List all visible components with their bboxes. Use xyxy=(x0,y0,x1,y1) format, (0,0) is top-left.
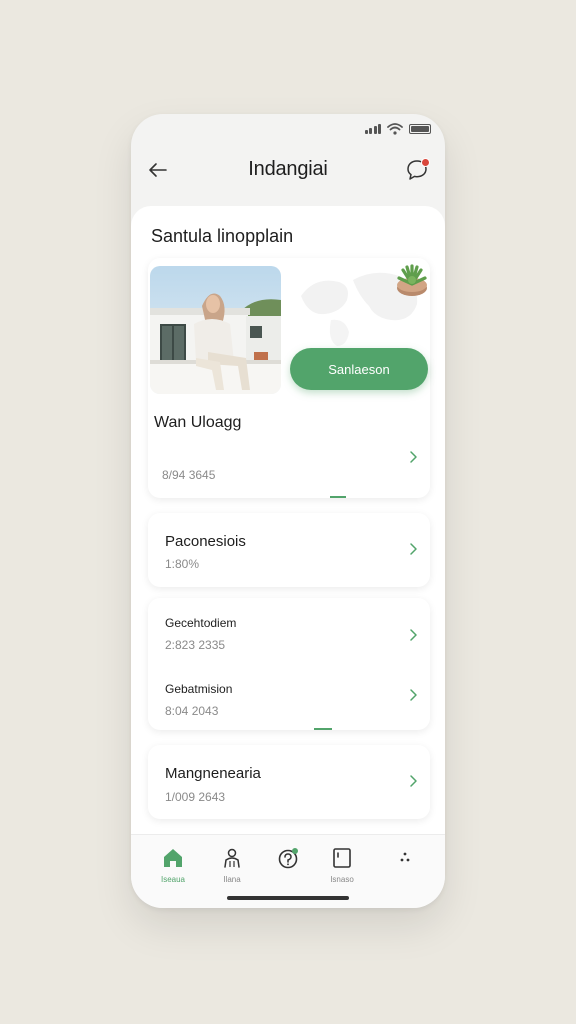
nav-item-home[interactable]: Iseaua xyxy=(151,847,195,884)
list-item-sub: 2:823 2335 xyxy=(165,638,226,652)
profile-photo xyxy=(150,266,281,394)
section-title: Santula linopplain xyxy=(151,226,294,246)
more-icon xyxy=(400,852,410,862)
hero-card[interactable]: Sanlaeson Wan Uloagg 8/94 3645 xyxy=(148,258,430,498)
chevron-right-icon[interactable] xyxy=(408,628,418,642)
page-title: Indangiai xyxy=(248,158,328,180)
plant-icon xyxy=(397,264,427,296)
document-icon xyxy=(333,848,351,868)
main-content: Santula linopplain Sanlaeson Wan Uloagg … xyxy=(131,206,445,836)
list-item[interactable]: Gecehtodiem 2:823 2335 xyxy=(148,598,430,664)
list-item-title: Mangnenearia xyxy=(165,765,261,782)
hero-subtitle: 8/94 3645 xyxy=(162,468,216,482)
nav-label: Ilana xyxy=(223,875,241,884)
nav-item-more[interactable] xyxy=(383,847,427,875)
list-item-title: Paconesiois xyxy=(165,533,246,550)
chevron-right-icon[interactable] xyxy=(408,688,418,702)
chevron-right-icon[interactable] xyxy=(408,542,418,556)
chevron-right-icon[interactable] xyxy=(408,450,418,464)
list-card[interactable]: Mangnenearia 1/009 2643 xyxy=(148,745,430,819)
home-indicator[interactable] xyxy=(227,896,349,900)
person-icon xyxy=(224,848,240,868)
hero-name: Wan Uloagg xyxy=(154,414,242,431)
nav-item-person[interactable]: Ilana xyxy=(210,847,254,884)
list-card[interactable]: Paconesiois 1:80% xyxy=(148,513,430,587)
nav-item-documents[interactable]: Isnaso xyxy=(320,847,364,884)
list-item-sub: 1/009 2643 xyxy=(165,790,226,804)
list-item-title: Gebatmision xyxy=(165,682,233,696)
signal-icon xyxy=(364,124,381,134)
progress-indicator xyxy=(314,728,332,730)
help-badge-icon xyxy=(278,848,298,869)
list-item-title: Gecehtodiem xyxy=(165,616,237,630)
app-header: Indangiai xyxy=(131,150,445,190)
phone-frame: Indangiai Santula linopplain Sanlaeson W… xyxy=(131,114,445,908)
list-card-double: Gecehtodiem 2:823 2335 Gebatmision 8:04 … xyxy=(148,598,430,730)
battery-icon xyxy=(409,124,431,134)
progress-indicator xyxy=(330,496,346,498)
list-item-sub: 1:80% xyxy=(165,557,200,571)
nav-item-help[interactable] xyxy=(266,847,310,875)
list-item-sub: 8:04 2043 xyxy=(165,704,219,718)
nav-label: Iseaua xyxy=(160,875,186,884)
primary-action-button[interactable]: Sanlaeson xyxy=(290,348,428,390)
wifi-icon xyxy=(387,123,403,135)
chevron-right-icon[interactable] xyxy=(408,774,418,788)
status-bar xyxy=(364,122,431,136)
notification-badge xyxy=(421,158,430,167)
home-icon xyxy=(164,849,182,867)
list-item[interactable]: Gebatmision 8:04 2043 xyxy=(148,664,430,730)
nav-label: Isnaso xyxy=(330,875,354,884)
